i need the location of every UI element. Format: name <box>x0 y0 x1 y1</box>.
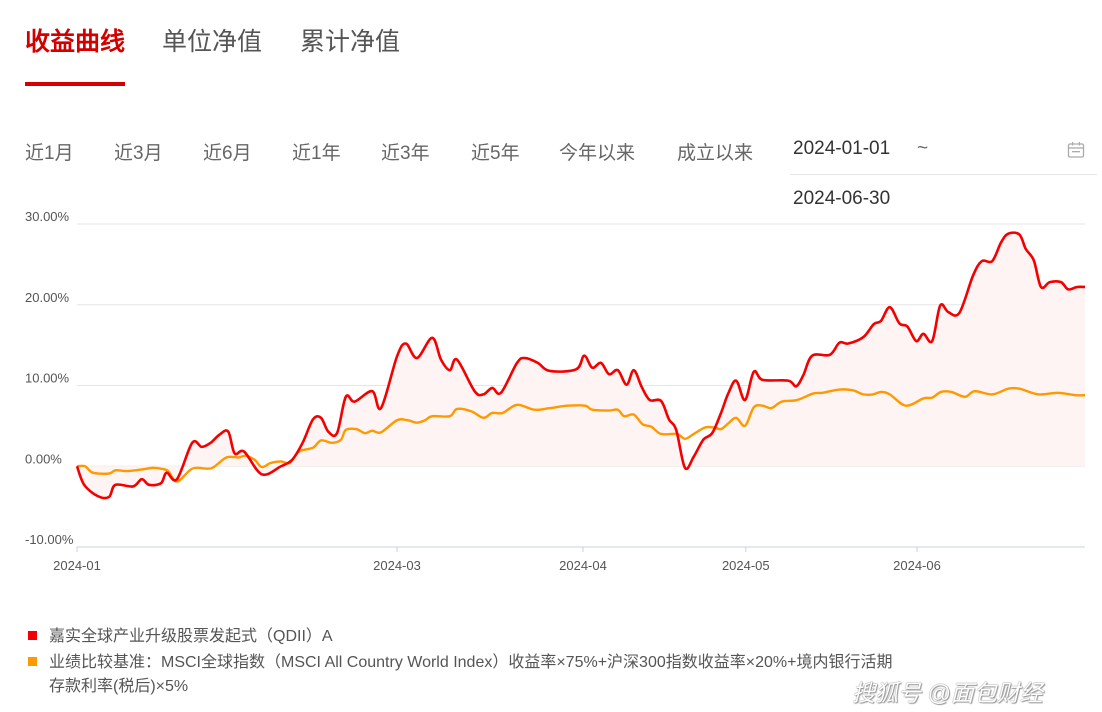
range-6m[interactable]: 近6月 <box>203 138 252 165</box>
legend-fund-label: 嘉实全球产业升级股票发起式（QDII）A <box>49 628 333 645</box>
x-tick-label: 2024-01 <box>53 558 101 573</box>
y-tick-label: 0.00% <box>25 451 62 466</box>
range-ytd[interactable]: 今年以来 <box>559 138 635 165</box>
date-input-underline <box>790 174 1097 175</box>
y-tick-label: 20.00% <box>25 290 70 305</box>
x-tick-label: 2024-05 <box>722 558 770 573</box>
range-since-inception[interactable]: 成立以来 <box>677 138 753 165</box>
range-3m[interactable]: 近3月 <box>114 138 163 165</box>
calendar-icon[interactable] <box>1067 141 1085 164</box>
legend-fund-swatch <box>28 631 37 640</box>
legend-benchmark-label: 业绩比较基准：MSCI全球指数（MSCI All Country World I… <box>49 654 893 671</box>
watermark: 搜狐号 @面包财经 <box>852 680 1043 706</box>
x-tick-label: 2024-06 <box>893 558 941 573</box>
x-tick-label: 2024-03 <box>373 558 421 573</box>
tab-return-curve[interactable]: 收益曲线 <box>25 22 125 58</box>
return-line-chart: 30.00% 20.00% 10.00% 0.00% -10.00% 2024-01 202… <box>25 209 1086 573</box>
legend-benchmark[interactable]: 业绩比较基准：MSCI全球指数（MSCI All Country World I… <box>28 651 892 674</box>
y-tick-label: 10.00% <box>25 371 70 386</box>
range-3y[interactable]: 近3年 <box>381 138 430 165</box>
active-tab-indicator <box>25 82 125 86</box>
x-tick-label: 2024-04 <box>559 558 607 573</box>
legend-benchmark-label-cont: 存款利率(税后)×5% <box>49 678 189 695</box>
range-1y[interactable]: 近1年 <box>292 138 341 165</box>
y-tick-label: -10.00% <box>25 532 74 547</box>
legend-fund[interactable]: 嘉实全球产业升级股票发起式（QDII）A <box>28 625 333 648</box>
fund-return-panel: 收益曲线 单位净值 累计净值 近1月 近3月 近6月 近1年 近3年 近5年 今… <box>0 0 1102 712</box>
tab-unit-nav[interactable]: 单位净值 <box>162 22 262 58</box>
legend-benchmark-swatch <box>28 657 37 666</box>
date-separator: ~ <box>917 138 929 159</box>
range-1m[interactable]: 近1月 <box>25 138 74 165</box>
y-tick-label: 30.00% <box>25 209 70 224</box>
tab-cumulative-nav[interactable]: 累计净值 <box>300 22 400 58</box>
range-5y[interactable]: 近5年 <box>471 138 520 165</box>
start-date-input[interactable]: 2024-01-01 <box>793 138 890 160</box>
